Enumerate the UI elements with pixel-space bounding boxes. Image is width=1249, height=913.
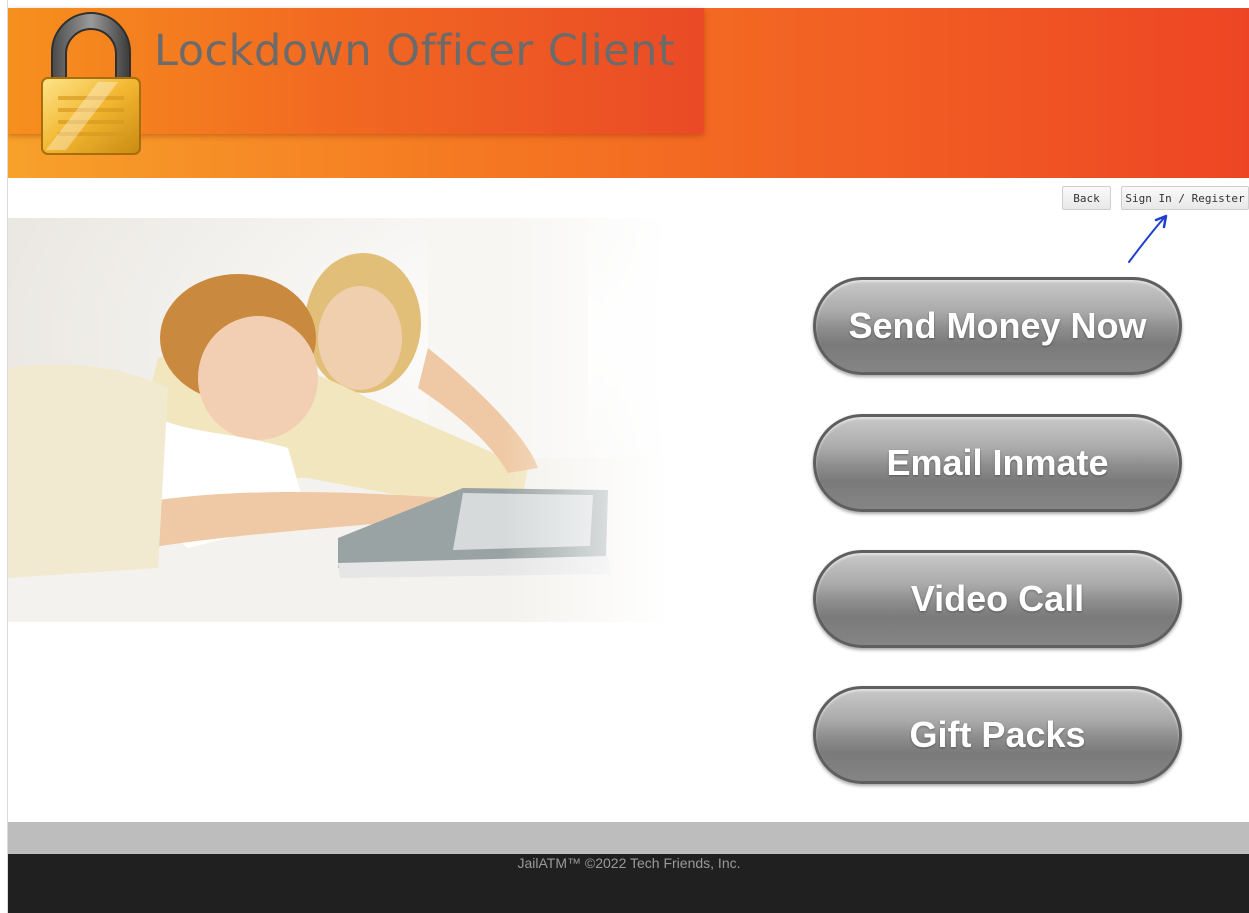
video-call-button[interactable]: Video Call (813, 550, 1182, 648)
email-inmate-button[interactable]: Email Inmate (813, 414, 1182, 512)
hero-illustration (8, 218, 668, 622)
sign-in-register-button[interactable]: Sign In / Register (1121, 186, 1249, 210)
annotation-arrow-icon (1128, 214, 1168, 263)
gift-packs-button[interactable]: Gift Packs (813, 686, 1182, 784)
footer-copyright: JailATM™ ©2022 Tech Friends, Inc. (517, 855, 741, 871)
padlock-icon (41, 12, 141, 155)
back-button[interactable]: Back (1062, 186, 1111, 210)
page-frame: Lockdown Officer Client Back Sign In / R… (7, 0, 1249, 913)
hero-photo (8, 218, 668, 622)
app-title: Lockdown Officer Client (154, 26, 676, 76)
send-money-button[interactable]: Send Money Now (813, 277, 1182, 375)
footer-divider-bar (8, 822, 1249, 854)
header-banner: Lockdown Officer Client (8, 8, 1249, 178)
